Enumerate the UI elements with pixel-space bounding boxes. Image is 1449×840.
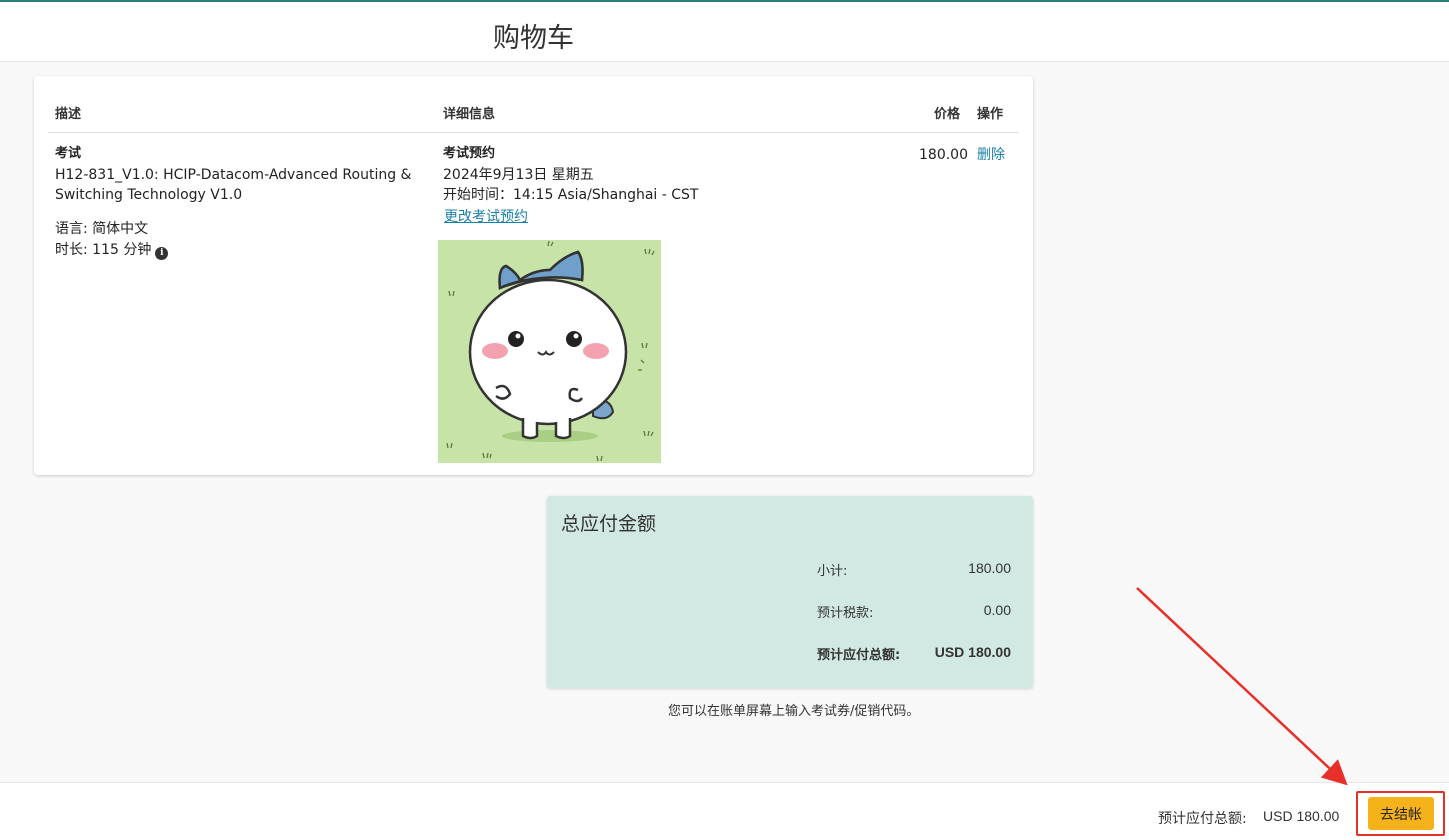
header-divider [48, 132, 1019, 133]
exam-duration: 时长: 115 分钟 [55, 242, 152, 258]
subtotal-label: 小计: [817, 564, 848, 579]
checkout-button[interactable]: 去结帐 [1368, 797, 1434, 830]
cart-table-card: 描述 详细信息 价格 操作 考试 H12-831_V1.0: HCIP-Data… [34, 76, 1033, 475]
column-header-price: 价格 [934, 107, 961, 122]
cat-character-image [438, 240, 661, 463]
order-summary-panel: 总应付金额 小计: 180.00 预计税款: 0.00 预计应付总额: USD … [547, 496, 1033, 688]
appointment-start-time: 开始时间：14:15 Asia/Shanghai - CST [443, 187, 699, 203]
delete-item-link[interactable]: 删除 [977, 145, 1005, 165]
appointment-date: 2024年9月13日 星期五 [443, 167, 594, 183]
column-header-action: 操作 [977, 107, 1004, 122]
exam-language: 语言: 简体中文 [55, 221, 149, 237]
item-type-label: 考试 [55, 146, 82, 161]
checkout-footer-bar: 预计应付总额: USD 180.00 [0, 782, 1449, 840]
column-header-description: 描述 [55, 107, 82, 122]
column-header-details: 详细信息 [443, 107, 496, 122]
tax-value: 0.00 [983, 602, 1011, 618]
exam-name-line2: Switching Technology V1.0 [55, 187, 243, 203]
page-title: 购物车 [493, 23, 574, 54]
footer-total-label: 预计应付总额: [1158, 811, 1247, 827]
change-appointment-link[interactable]: 更改考试预约 [444, 207, 528, 227]
page-header: 购物车 [0, 2, 1449, 62]
total-value: USD 180.00 [934, 644, 1011, 660]
info-icon[interactable]: i [155, 247, 169, 260]
summary-title: 总应付金额 [561, 513, 657, 535]
exam-duration-row: 时长: 115 分钟 i [55, 240, 169, 260]
tax-label: 预计税款: [817, 606, 874, 621]
total-label: 预计应付总额: [817, 648, 901, 663]
appointment-label: 考试预约 [443, 146, 496, 161]
exam-name-line1: H12-831_V1.0: HCIP-Datacom-Advanced Rout… [55, 167, 412, 183]
item-price: 180.00 [919, 147, 968, 163]
promo-code-note: 您可以在账单屏幕上输入考试券/促销代码。 [668, 704, 920, 719]
subtotal-value: 180.00 [968, 560, 1011, 576]
footer-total-value: USD 180.00 [1263, 808, 1340, 824]
